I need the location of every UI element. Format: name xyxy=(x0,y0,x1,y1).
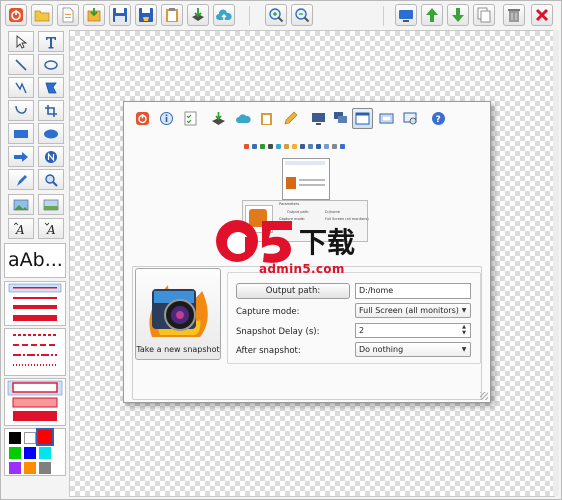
magnifier-icon[interactable] xyxy=(38,169,64,190)
copy-icon[interactable] xyxy=(473,4,495,26)
window-capture-icon xyxy=(352,108,373,129)
line-tool-icon[interactable] xyxy=(8,54,34,75)
snapshot-delay-value: 2 xyxy=(359,326,365,335)
after-snapshot-label: After snapshot: xyxy=(236,346,301,356)
highlighter-icon[interactable] xyxy=(8,169,34,190)
region-capture-icon xyxy=(400,108,421,129)
chevron-down-icon: ▼ xyxy=(461,307,467,314)
spin-arrows-icon[interactable]: ▲ ▼ xyxy=(460,324,468,336)
resize-grip-icon[interactable] xyxy=(480,392,488,400)
svg-text:A: A xyxy=(15,223,25,236)
checklist-icon xyxy=(180,108,201,129)
text-tool-icon[interactable] xyxy=(38,31,64,52)
save-as-icon[interactable] xyxy=(135,4,157,26)
crop-tool-icon[interactable] xyxy=(38,100,64,121)
line-style-selector[interactable] xyxy=(4,328,66,376)
close-icon[interactable] xyxy=(531,4,553,26)
save-icon[interactable] xyxy=(109,4,131,26)
upload-cloud-icon[interactable] xyxy=(213,4,235,26)
capture-mode-value: Full Screen (all monitors) xyxy=(359,306,459,315)
watermark-title: 下载 xyxy=(299,226,356,259)
output-path-field[interactable]: D:/home xyxy=(355,283,471,299)
tool-panel: A A aAb... xyxy=(3,30,67,476)
number-marker-icon[interactable] xyxy=(38,146,64,167)
capture-mode-select[interactable]: Full Screen (all monitors) ▼ xyxy=(355,303,471,318)
app-window: A A aAb... ? Parameters Output path: D:/… xyxy=(0,0,562,500)
watermark-logo: 下载 admin5.com xyxy=(207,215,356,281)
text-style-button[interactable]: aAb... xyxy=(4,243,66,278)
color-swatch[interactable] xyxy=(9,432,21,444)
export-icon[interactable] xyxy=(187,4,209,26)
info-icon xyxy=(156,108,177,129)
polyline-tool-icon[interactable] xyxy=(8,77,34,98)
toolbar-separator xyxy=(249,6,250,26)
a5-logo-icon xyxy=(216,220,292,263)
new-file-icon[interactable] xyxy=(57,4,79,26)
capture-mode-label: Capture mode: xyxy=(236,307,300,317)
rectangle-tool-icon[interactable] xyxy=(8,123,34,144)
snapshot-delay-spinbox[interactable]: 2 ▲ ▼ xyxy=(355,323,471,338)
fill-style-options-icon xyxy=(7,380,63,421)
svg-text:?: ? xyxy=(436,115,441,125)
image-tool-icon[interactable] xyxy=(8,194,34,215)
line-style-options-icon xyxy=(13,334,57,366)
vertical-scrollbar[interactable] xyxy=(553,30,559,496)
take-snapshot-button[interactable]: Take a new snapshot xyxy=(135,268,221,360)
main-toolbar xyxy=(3,3,557,29)
help-icon: ? xyxy=(428,108,449,129)
monitors-icon xyxy=(330,108,351,129)
window-frame-icon xyxy=(376,108,397,129)
color-swatch[interactable] xyxy=(24,462,36,474)
output-path-button[interactable]: Output path: xyxy=(236,283,350,299)
layers-icon xyxy=(208,108,229,129)
snapshot-delay-label: Snapshot Delay (s): xyxy=(236,327,320,337)
line-width-selector[interactable] xyxy=(4,281,66,326)
power-icon xyxy=(132,108,153,129)
watermark-url: admin5.com xyxy=(259,262,345,276)
zoom-fit-icon[interactable] xyxy=(265,4,287,26)
color-swatch[interactable] xyxy=(9,462,21,474)
polygon-tool-icon[interactable] xyxy=(38,77,64,98)
import-icon[interactable] xyxy=(83,4,105,26)
power-icon[interactable] xyxy=(5,4,27,26)
screen-icon[interactable] xyxy=(395,4,417,26)
select-pointer-icon[interactable] xyxy=(8,31,34,52)
color-swatch[interactable] xyxy=(36,428,54,446)
trash-icon[interactable] xyxy=(503,4,525,26)
after-snapshot-select[interactable]: Do nothing ▼ xyxy=(355,342,471,357)
ellipse-outline-icon[interactable] xyxy=(38,54,64,75)
cloud-icon xyxy=(232,108,253,129)
mini-toolbar xyxy=(242,144,370,152)
chevron-down-icon: ▼ xyxy=(461,346,467,353)
line-width-options-icon xyxy=(8,283,62,321)
blur-tool-icon[interactable] xyxy=(38,194,64,215)
curve-tool-icon[interactable] xyxy=(8,100,34,121)
zoom-reset-icon[interactable] xyxy=(291,4,313,26)
color-swatch[interactable] xyxy=(24,447,36,459)
toolbar-separator xyxy=(383,6,384,26)
open-folder-icon[interactable] xyxy=(31,4,53,26)
arrow-tool-icon[interactable] xyxy=(8,146,34,167)
camera-flame-icon xyxy=(149,285,208,337)
clipboard-icon xyxy=(256,108,277,129)
font-size-down-icon[interactable]: A xyxy=(38,218,64,239)
take-snapshot-label: Take a new snapshot xyxy=(136,345,220,354)
color-swatch[interactable] xyxy=(39,462,51,474)
after-snapshot-value: Do nothing xyxy=(359,345,404,354)
move-up-icon[interactable] xyxy=(421,4,443,26)
color-swatch[interactable] xyxy=(39,447,51,459)
move-down-icon[interactable] xyxy=(447,4,469,26)
nested-thumbnail xyxy=(282,158,330,200)
pencil-icon xyxy=(280,108,301,129)
color-swatch[interactable] xyxy=(9,447,21,459)
color-swatch[interactable] xyxy=(24,432,36,444)
fill-style-selector[interactable] xyxy=(4,378,66,426)
font-size-up-icon[interactable]: A xyxy=(8,218,34,239)
clipboard-icon[interactable] xyxy=(161,4,183,26)
monitor-icon xyxy=(308,108,329,129)
ellipse-tool-icon[interactable] xyxy=(38,123,64,144)
color-palette[interactable] xyxy=(4,428,66,476)
inner-toolbar: ? xyxy=(132,108,482,132)
